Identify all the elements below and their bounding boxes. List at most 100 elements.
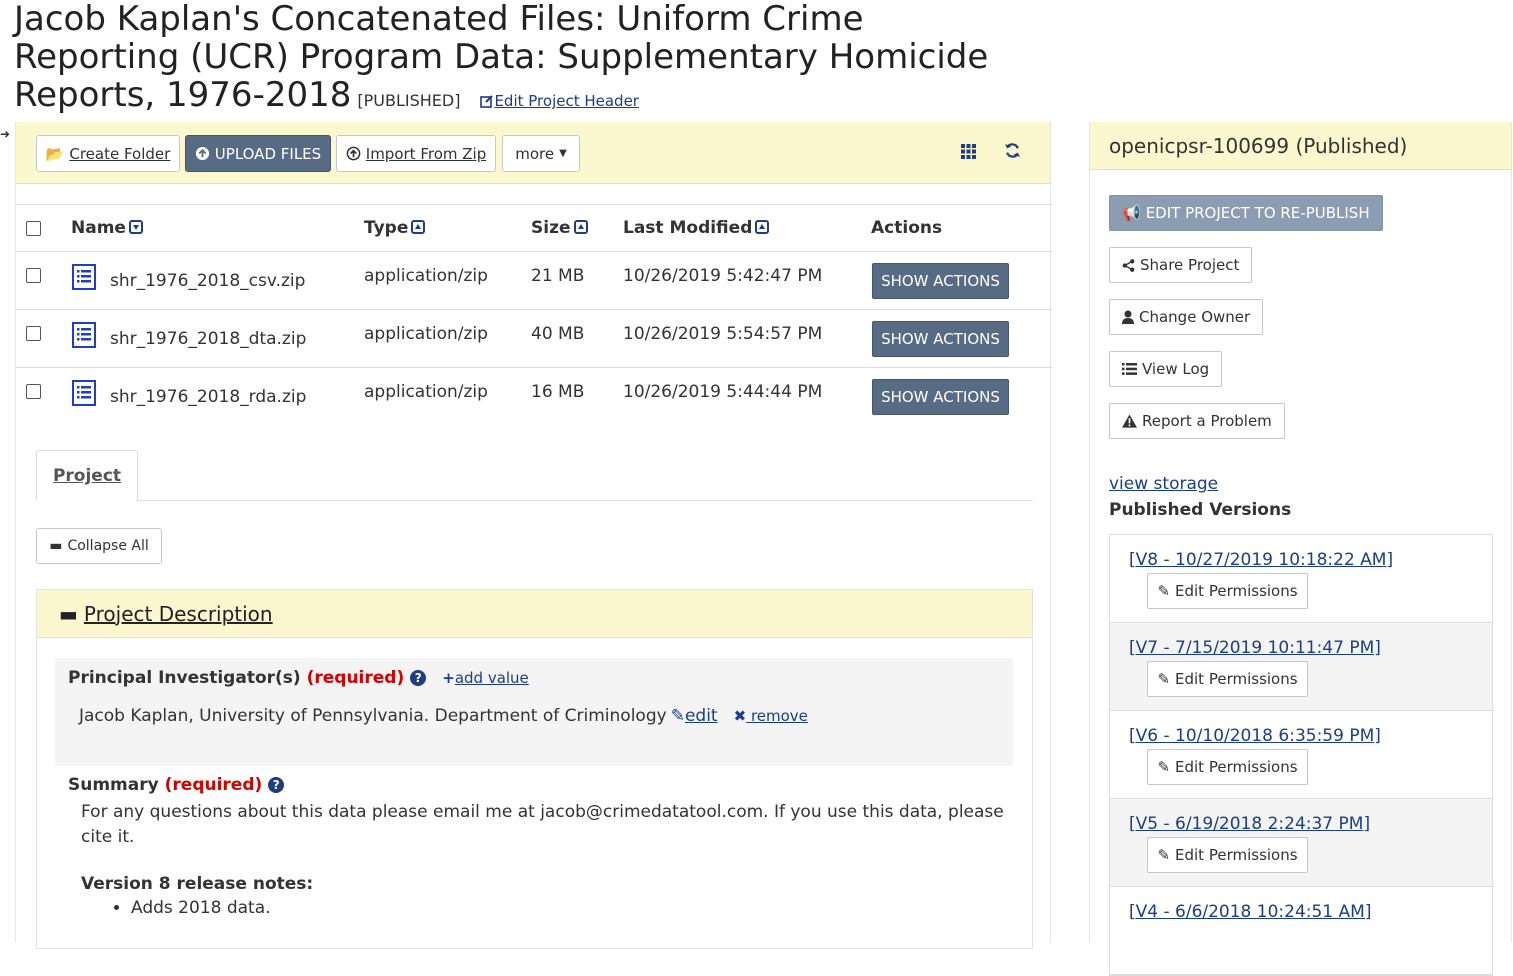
release-notes-title: Version 8 release notes: bbox=[81, 874, 314, 894]
add-value-link[interactable]: +add value bbox=[442, 669, 529, 687]
files-panel: 📂 Create Folder UPLOAD FILES Import From… bbox=[15, 122, 1052, 949]
table-header: Name Type Size Last Modified Actions bbox=[16, 204, 1052, 252]
table-row: shr_1976_2018_csv.zip application/zip 21… bbox=[16, 252, 1052, 310]
column-header-type[interactable]: Type bbox=[364, 218, 426, 238]
file-list-icon bbox=[72, 264, 96, 290]
add-value-label: add value bbox=[454, 669, 529, 687]
file-toolbar: 📂 Create Folder UPLOAD FILES Import From… bbox=[16, 122, 1050, 184]
edit-republish-label: EDIT PROJECT TO RE-PUBLISH bbox=[1145, 204, 1370, 222]
user-icon bbox=[1122, 310, 1134, 324]
show-actions-button[interactable]: SHOW ACTIONS bbox=[872, 379, 1009, 415]
release-notes-list: Adds 2018 data. bbox=[113, 898, 271, 918]
version-link[interactable]: [V8 - 10/27/2019 10:18:22 AM] bbox=[1129, 550, 1393, 570]
project-id-header: openicpsr-100699 (Published) bbox=[1090, 122, 1511, 170]
file-name[interactable]: shr_1976_2018_rda.zip bbox=[110, 387, 306, 407]
pi-value-text: Jacob Kaplan, University of Pennsylvania… bbox=[79, 706, 667, 726]
collapse-all-button[interactable]: ▬ Collapse All bbox=[36, 528, 162, 564]
edit-permissions-label: Edit Permissions bbox=[1175, 670, 1298, 688]
edit-permissions-button[interactable]: ✎ Edit Permissions bbox=[1147, 837, 1308, 873]
status-badge: [PUBLISHED] bbox=[357, 91, 461, 110]
row-checkbox[interactable] bbox=[26, 384, 41, 399]
summary-text: For any questions about this data please… bbox=[81, 802, 1004, 847]
arrow-right-icon: ➜ bbox=[0, 127, 11, 141]
version-link[interactable]: [V7 - 7/15/2019 10:11:47 PM] bbox=[1129, 638, 1381, 658]
edit-permissions-label: Edit Permissions bbox=[1175, 582, 1298, 600]
row-checkbox[interactable] bbox=[26, 326, 41, 341]
pencil-icon: ✎ bbox=[1157, 670, 1171, 688]
file-size: 21 MB bbox=[531, 266, 585, 286]
file-size: 40 MB bbox=[531, 324, 585, 344]
list-item: Adds 2018 data. bbox=[131, 898, 271, 918]
version-link[interactable]: [V5 - 6/19/2018 2:24:37 PM] bbox=[1129, 814, 1370, 834]
import-from-zip-label: Import From Zip bbox=[365, 144, 487, 163]
required-marker: (required) bbox=[164, 775, 263, 795]
pi-label-text: Principal Investigator(s) bbox=[68, 668, 301, 688]
summary-label-text: Summary bbox=[68, 775, 159, 795]
file-type: application/zip bbox=[364, 324, 488, 344]
grid-view-icon[interactable] bbox=[961, 144, 976, 164]
project-description-header[interactable]: ▬ Project Description bbox=[37, 590, 1032, 638]
refresh-icon[interactable] bbox=[1004, 142, 1021, 164]
caret-down-icon: ▼ bbox=[559, 148, 567, 159]
file-modified: 10/26/2019 5:42:47 PM bbox=[623, 266, 823, 286]
collapse-minus-icon: ▬ bbox=[59, 601, 78, 626]
edit-project-header-link[interactable]: Edit Project Header bbox=[480, 92, 639, 110]
column-name-label: Name bbox=[71, 218, 126, 238]
column-header-modified[interactable]: Last Modified bbox=[623, 218, 770, 238]
summary-label: Summary (required)? bbox=[68, 775, 285, 795]
help-icon[interactable]: ? bbox=[268, 777, 285, 793]
more-label: more bbox=[515, 144, 555, 163]
help-icon[interactable]: ? bbox=[410, 670, 427, 686]
file-name[interactable]: shr_1976_2018_csv.zip bbox=[110, 271, 305, 291]
report-problem-button[interactable]: Report a Problem bbox=[1109, 403, 1285, 439]
list-icon bbox=[1122, 363, 1137, 375]
edit-permissions-label: Edit Permissions bbox=[1175, 758, 1298, 776]
list-item: [V8 - 10/27/2019 10:18:22 AM] ✎ Edit Perm… bbox=[1110, 535, 1492, 623]
change-owner-button[interactable]: Change Owner bbox=[1109, 299, 1264, 335]
version-link[interactable]: [V4 - 6/6/2018 10:24:51 AM] bbox=[1129, 902, 1371, 922]
create-folder-button[interactable]: 📂 Create Folder bbox=[36, 135, 180, 172]
project-sidebar: openicpsr-100699 (Published) 📢 EDIT PROJ… bbox=[1089, 122, 1512, 976]
list-item: [V5 - 6/19/2018 2:24:37 PM] ✎ Edit Permis… bbox=[1110, 799, 1492, 887]
remove-label: remove bbox=[750, 707, 808, 725]
project-description-title: Project Description bbox=[83, 601, 273, 626]
sort-up-icon[interactable] bbox=[411, 220, 426, 234]
upload-files-button[interactable]: UPLOAD FILES bbox=[185, 135, 331, 172]
view-storage-link[interactable]: view storage bbox=[1109, 474, 1218, 494]
column-header-size[interactable]: Size bbox=[531, 218, 588, 238]
edit-icon bbox=[480, 95, 494, 108]
sort-up-icon[interactable] bbox=[573, 220, 588, 234]
select-all-checkbox[interactable] bbox=[26, 221, 41, 236]
file-modified: 10/26/2019 5:54:57 PM bbox=[623, 324, 823, 344]
more-dropdown[interactable]: more ▼ bbox=[502, 135, 580, 172]
required-marker: (required) bbox=[306, 668, 405, 688]
show-actions-button[interactable]: SHOW ACTIONS bbox=[872, 321, 1009, 357]
table-row: shr_1976_2018_dta.zip application/zip 40… bbox=[16, 310, 1052, 368]
remove-pi-link[interactable]: ✖ remove bbox=[734, 707, 808, 725]
sort-down-icon[interactable] bbox=[128, 220, 143, 234]
file-name[interactable]: shr_1976_2018_dta.zip bbox=[110, 329, 306, 349]
plus-icon: + bbox=[442, 669, 455, 687]
project-description-panel: ▬ Project Description Principal Investig… bbox=[36, 589, 1033, 949]
tab-project[interactable]: Project bbox=[36, 450, 138, 501]
edit-permissions-button[interactable]: ✎ Edit Permissions bbox=[1147, 749, 1308, 785]
import-from-zip-button[interactable]: Import From Zip bbox=[336, 135, 496, 172]
share-project-button[interactable]: Share Project bbox=[1109, 247, 1253, 283]
edit-pi-link[interactable]: ✎edit bbox=[671, 706, 718, 726]
version-link[interactable]: [V6 - 10/10/2018 6:35:59 PM] bbox=[1129, 726, 1381, 746]
edit-project-republish-button[interactable]: 📢 EDIT PROJECT TO RE-PUBLISH bbox=[1109, 195, 1383, 231]
column-header-name[interactable]: Name bbox=[71, 218, 143, 238]
minus-icon: ▬ bbox=[49, 538, 63, 554]
table-row: shr_1976_2018_rda.zip application/zip 16… bbox=[16, 368, 1052, 426]
edit-permissions-label: Edit Permissions bbox=[1175, 846, 1298, 864]
pencil-icon: ✎ bbox=[1157, 846, 1171, 864]
edit-permissions-button[interactable]: ✎ Edit Permissions bbox=[1147, 573, 1308, 609]
view-log-button[interactable]: View Log bbox=[1109, 351, 1223, 387]
row-checkbox[interactable] bbox=[26, 268, 41, 283]
show-actions-button[interactable]: SHOW ACTIONS bbox=[872, 263, 1009, 299]
report-problem-label: Report a Problem bbox=[1142, 412, 1272, 430]
share-project-label: Share Project bbox=[1140, 256, 1240, 274]
edit-permissions-button[interactable]: ✎ Edit Permissions bbox=[1147, 661, 1308, 697]
sort-up-icon[interactable] bbox=[755, 220, 770, 234]
pencil-icon: ✎ bbox=[1157, 582, 1171, 600]
